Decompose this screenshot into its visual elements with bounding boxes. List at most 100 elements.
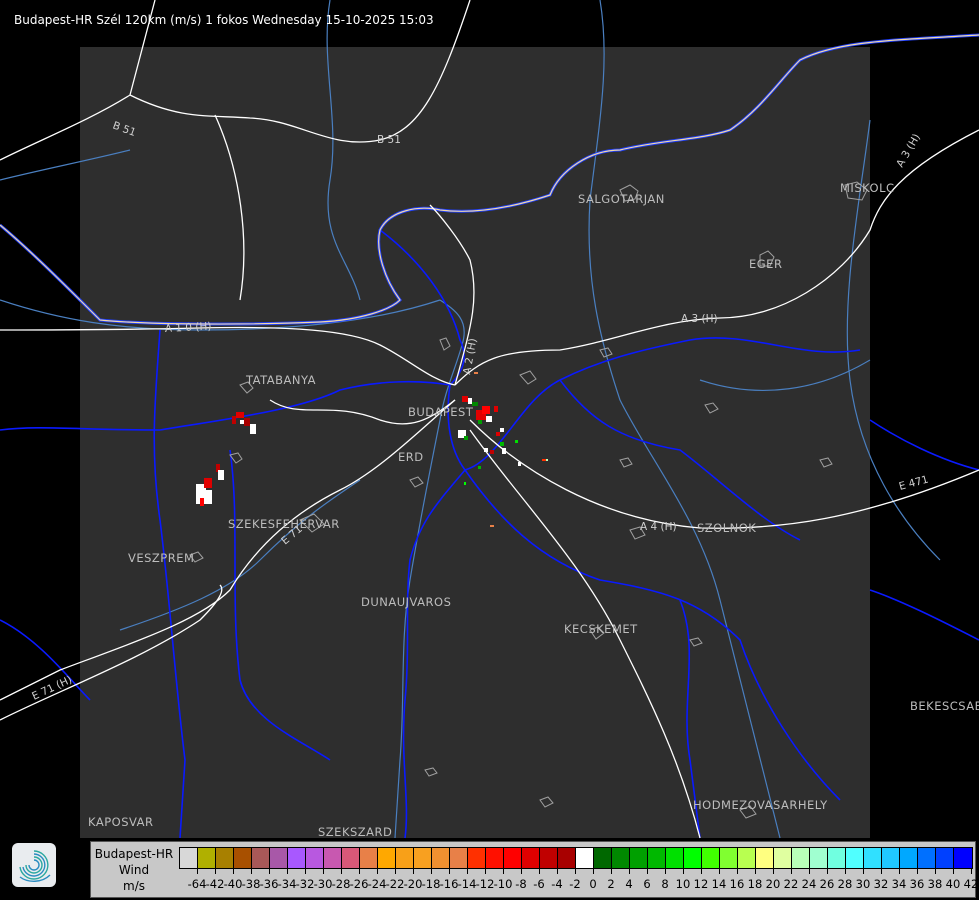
legend-tick-label: -36	[259, 877, 279, 891]
city-label: KAPOSVAR	[88, 815, 153, 829]
legend-swatch	[540, 848, 558, 868]
legend-tick	[683, 868, 684, 874]
legend-swatch	[432, 848, 450, 868]
color-legend: Budapest-HR Wind m/s -64 -42 -40 -38 -36 -34-…	[90, 841, 979, 898]
legend-swatch	[468, 848, 486, 868]
legend-tick	[197, 868, 198, 874]
legend-swatch	[918, 848, 936, 868]
legend-tick	[503, 868, 504, 874]
legend-radar-name: Budapest-HR	[94, 847, 174, 861]
legend-swatch	[378, 848, 396, 868]
legend-tick	[611, 868, 612, 874]
legend-tick	[953, 868, 954, 874]
legend-swatch	[648, 848, 666, 868]
legend-tick-label: 20	[765, 877, 781, 891]
legend-tick-label: 10	[675, 877, 691, 891]
legend-tick	[287, 868, 288, 874]
road-label: A 3 (H)	[681, 313, 718, 325]
legend-tick	[863, 868, 864, 874]
city-label: HODMEZOVASARHELY	[693, 798, 828, 812]
legend-tick	[647, 868, 648, 874]
legend-tick-label: -10	[493, 877, 513, 891]
legend-swatch	[198, 848, 216, 868]
road-label: A 4 (H)	[640, 521, 677, 533]
legend-swatch	[450, 848, 468, 868]
legend-tick-label: 2	[607, 877, 615, 891]
city-label: DUNAUJVAROS	[361, 595, 451, 609]
legend-swatch	[306, 848, 324, 868]
legend-tick	[395, 868, 396, 874]
city-label: ERD	[398, 450, 424, 464]
swirl-logo-icon	[12, 843, 56, 887]
legend-tick-label: 12	[693, 877, 709, 891]
legend-tick-label: -16	[439, 877, 459, 891]
legend-swatch	[288, 848, 306, 868]
legend-tick-label: -32	[295, 877, 315, 891]
legend-tick-label: 28	[837, 877, 853, 891]
legend-unit: m/s	[123, 879, 145, 893]
legend-tick-label: 26	[819, 877, 835, 891]
city-label: SZOLNOK	[697, 521, 756, 535]
legend-tick	[431, 868, 432, 874]
legend-tick-label: -30	[313, 877, 333, 891]
legend-swatch	[756, 848, 774, 868]
legend-tick-label: 36	[909, 877, 925, 891]
legend-tick-label: -34	[277, 877, 297, 891]
legend-tick-label: 0	[589, 877, 597, 891]
legend-tick-label: -4	[551, 877, 563, 891]
city-label: EGER	[749, 257, 782, 271]
legend-tick-label: 16	[729, 877, 745, 891]
legend-swatch	[720, 848, 738, 868]
legend-tick	[917, 868, 918, 874]
radar-map[interactable]: SALGOTARJAN EGER MISKOLC TATABANYA BUDAP…	[0, 0, 979, 900]
legend-swatch	[504, 848, 522, 868]
legend-swatch	[882, 848, 900, 868]
legend-tick	[557, 868, 558, 874]
legend-tick-label: -22	[385, 877, 405, 891]
legend-tick-label: 8	[661, 877, 669, 891]
legend-tick-label: -6	[533, 877, 545, 891]
legend-swatches	[179, 847, 973, 869]
legend-tick-label: 42	[963, 877, 979, 891]
legend-tick	[575, 868, 576, 874]
city-label: BEKESCSABA	[910, 699, 979, 713]
legend-tick	[755, 868, 756, 874]
legend-tick	[467, 868, 468, 874]
legend-tick	[827, 868, 828, 874]
city-label: SZEKESFEHERVAR	[228, 517, 340, 531]
legend-tick	[323, 868, 324, 874]
legend-swatch	[594, 848, 612, 868]
city-label: TATABANYA	[245, 373, 316, 387]
legend-tick	[341, 868, 342, 874]
legend-tick	[935, 868, 936, 874]
legend-tick-label: -28	[331, 877, 351, 891]
legend-swatch	[342, 848, 360, 868]
legend-swatch	[936, 848, 954, 868]
legend-tick	[269, 868, 270, 874]
legend-swatch	[414, 848, 432, 868]
legend-swatch	[576, 848, 594, 868]
legend-tick	[737, 868, 738, 874]
legend-tick	[449, 868, 450, 874]
legend-swatch	[702, 848, 720, 868]
legend-tick	[629, 868, 630, 874]
legend-tick-label: -26	[349, 877, 369, 891]
legend-tick	[377, 868, 378, 874]
legend-tick	[521, 868, 522, 874]
legend-swatch	[180, 848, 198, 868]
legend-tick-label: -20	[403, 877, 423, 891]
legend-swatch	[324, 848, 342, 868]
legend-swatch	[396, 848, 414, 868]
legend-tick-label: 22	[783, 877, 799, 891]
legend-tick-label: 40	[945, 877, 961, 891]
legend-tick	[701, 868, 702, 874]
legend-tick	[233, 868, 234, 874]
legend-swatch	[846, 848, 864, 868]
legend-tick-label: 38	[927, 877, 943, 891]
legend-tick	[593, 868, 594, 874]
legend-tick	[359, 868, 360, 874]
legend-tick	[215, 868, 216, 874]
legend-tick	[413, 868, 414, 874]
legend-swatch	[630, 848, 648, 868]
legend-swatch	[810, 848, 828, 868]
